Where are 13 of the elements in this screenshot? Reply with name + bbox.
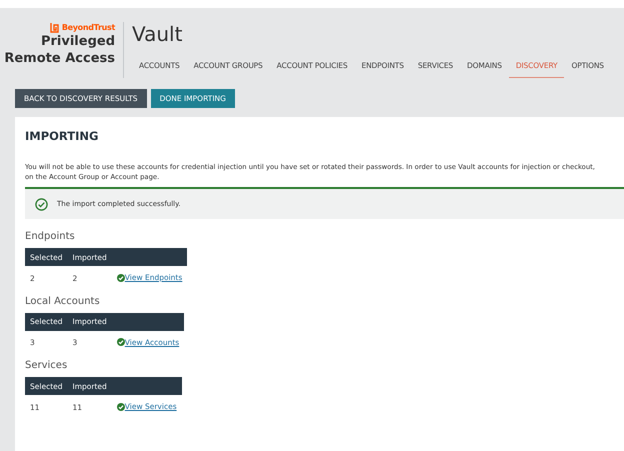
section-heading: Endpoints (25, 231, 76, 242)
check-icon (116, 338, 125, 346)
check-circle-icon (35, 198, 48, 210)
check-icon (116, 274, 125, 282)
check-icon (116, 402, 125, 410)
section-heading: Services (25, 360, 68, 371)
section-heading: Local Accounts (25, 296, 101, 306)
brand-name: BeyondTrust (62, 23, 115, 32)
logo-icon (50, 22, 59, 33)
page-title: Vault (132, 22, 184, 46)
product-name: Privileged (40, 33, 115, 50)
panel-title: IMPORTING (25, 129, 100, 143)
product-name: Remote Access (4, 50, 115, 67)
